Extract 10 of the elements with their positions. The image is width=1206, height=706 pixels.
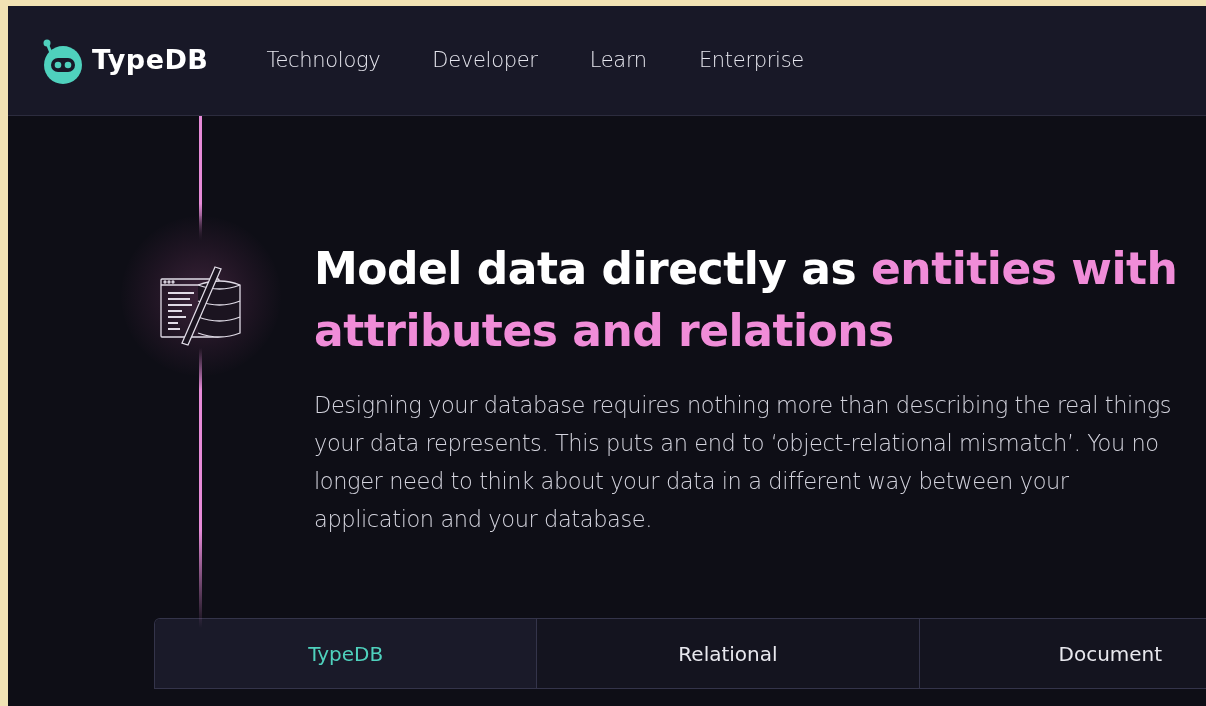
description-paragraph: Designing your database requires nothing more than describing the real things your data represents. This puts an end to ‘object-relational mismatch’. You no longer need to think about your data in a different way between your application and your database. — [314, 391, 1173, 534]
tab[interactable]: Document — [919, 619, 1206, 689]
nav-link[interactable]: Enterprise — [698, 44, 804, 77]
tab[interactable]: Relational — [537, 619, 920, 689]
nav-link[interactable]: Developer — [432, 44, 538, 77]
nav-link[interactable]: Learn — [589, 44, 647, 77]
logo-text[interactable]: TypeDB — [92, 40, 209, 81]
nav-link[interactable]: Technology — [266, 44, 381, 77]
tab[interactable]: TypeDB — [155, 619, 538, 689]
heading: Model data directly as entities with attributes and relations — [314, 242, 1179, 358]
